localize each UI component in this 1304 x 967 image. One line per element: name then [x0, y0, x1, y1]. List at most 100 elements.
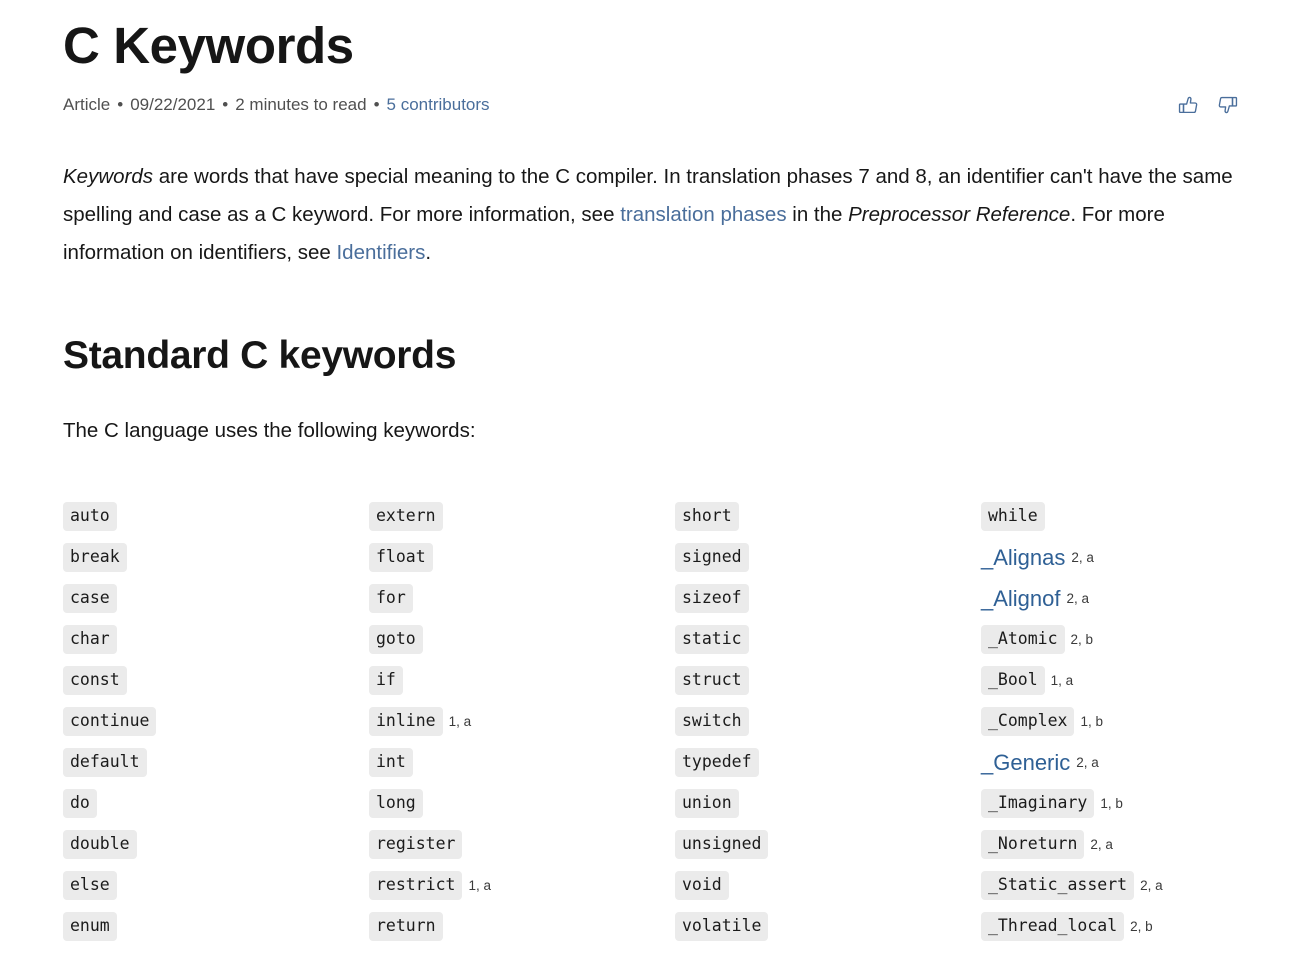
- keyword-code-double: double: [63, 829, 137, 860]
- contributors-link[interactable]: 5 contributors: [387, 95, 490, 115]
- keyword-item: _Bool 1, a: [981, 660, 1287, 701]
- keyword-item: int: [369, 742, 675, 783]
- read-time: 2 minutes to read: [235, 95, 367, 115]
- keyword-footnote-marker: 2, a: [1076, 754, 1099, 770]
- feedback-controls: [1176, 93, 1260, 118]
- keyword-code-enum: enum: [63, 911, 117, 942]
- keyword-footnote-marker: 2, a: [1090, 836, 1113, 852]
- keyword-item: enum: [63, 906, 369, 947]
- keyword-column-4: while _Alignas 2, a _Alignof 2, a _Atomic 2, b…: [981, 496, 1287, 947]
- keyword-footnote-marker: 1, b: [1100, 795, 1123, 811]
- keyword-item: long: [369, 783, 675, 824]
- keyword-item: extern: [369, 496, 675, 537]
- keyword-link-_generic[interactable]: _Generic: [981, 751, 1070, 774]
- keyword-code-signed: signed: [675, 542, 749, 573]
- keyword-code-return: return: [369, 911, 443, 942]
- keyword-item: float: [369, 537, 675, 578]
- keyword-code-case: case: [63, 583, 117, 614]
- thumbs-up-icon[interactable]: [1176, 93, 1201, 118]
- article-type: Article: [63, 95, 111, 115]
- keyword-code-float: float: [369, 542, 433, 573]
- keyword-grid: auto break case char const continue default do d…: [63, 496, 1260, 947]
- keyword-code-unsigned: unsigned: [675, 829, 769, 860]
- intro-text-4: .: [425, 241, 432, 265]
- keyword-code-_bool: _Bool: [981, 665, 1045, 696]
- keyword-item: _Noreturn 2, a: [981, 824, 1287, 865]
- keyword-item: do: [63, 783, 369, 824]
- keyword-code-static: static: [675, 624, 749, 655]
- keyword-item: _Complex 1, b: [981, 701, 1287, 742]
- keyword-item: const: [63, 660, 369, 701]
- keyword-item: _Generic 2, a: [981, 742, 1287, 783]
- keyword-item: restrict 1, a: [369, 865, 675, 906]
- keyword-code-struct: struct: [675, 665, 749, 696]
- keyword-item: _Static_assert 2, a: [981, 865, 1287, 906]
- article-date: 09/22/2021: [130, 95, 216, 115]
- keyword-item: struct: [675, 660, 981, 701]
- meta-separator-1: •: [117, 95, 124, 115]
- translation-phases-link[interactable]: translation phases: [620, 203, 786, 226]
- keyword-item: switch: [675, 701, 981, 742]
- keyword-code-continue: continue: [63, 706, 157, 737]
- keyword-item: typedef: [675, 742, 981, 783]
- keyword-item: _Atomic 2, b: [981, 619, 1287, 660]
- keyword-item: break: [63, 537, 369, 578]
- keyword-item: continue: [63, 701, 369, 742]
- keyword-item: sizeof: [675, 578, 981, 619]
- keyword-column-2: extern float for goto if inline 1, a int long reg…: [369, 496, 675, 947]
- keyword-code-for: for: [369, 583, 413, 614]
- keyword-code-union: union: [675, 788, 739, 819]
- keyword-footnote-marker: 1, a: [448, 713, 472, 729]
- keyword-item: char: [63, 619, 369, 660]
- keyword-link-_alignof[interactable]: _Alignof: [981, 587, 1061, 610]
- keyword-item: auto: [63, 496, 369, 537]
- keyword-footnote-marker: 1, a: [468, 877, 492, 893]
- keyword-footnote-marker: 2, a: [1071, 549, 1094, 565]
- keyword-item: _Alignas 2, a: [981, 537, 1287, 578]
- keyword-code-typedef: typedef: [675, 747, 759, 778]
- keyword-code-_imaginary: _Imaginary: [981, 788, 1095, 819]
- keyword-code-while: while: [981, 501, 1045, 532]
- keyword-code-short: short: [675, 501, 739, 532]
- keyword-item: double: [63, 824, 369, 865]
- keyword-item: default: [63, 742, 369, 783]
- page-title: C Keywords: [63, 17, 354, 74]
- keyword-code-switch: switch: [675, 706, 749, 737]
- keyword-footnote-marker: 1, b: [1080, 713, 1104, 729]
- keyword-code-else: else: [63, 870, 117, 901]
- keyword-link-_alignas[interactable]: _Alignas: [981, 546, 1065, 569]
- keyword-code-_noreturn: _Noreturn: [981, 829, 1085, 860]
- keyword-code-_complex: _Complex: [981, 706, 1075, 737]
- keyword-code-char: char: [63, 624, 117, 655]
- keyword-code-goto: goto: [369, 624, 423, 655]
- keyword-code-default: default: [63, 747, 147, 778]
- keyword-item: return: [369, 906, 675, 947]
- keyword-code-inline: inline: [369, 706, 443, 737]
- section-lead-text: The C language uses the following keywor…: [63, 419, 476, 443]
- keyword-item: case: [63, 578, 369, 619]
- keyword-column-3: short signed sizeof static struct switch typed…: [675, 496, 981, 947]
- section-heading-standard-c-keywords: Standard C keywords: [63, 334, 457, 378]
- keyword-item: inline 1, a: [369, 701, 675, 742]
- keyword-item: register: [369, 824, 675, 865]
- keyword-item: for: [369, 578, 675, 619]
- keyword-item: while: [981, 496, 1287, 537]
- keyword-code-_atomic: _Atomic: [981, 624, 1065, 655]
- identifiers-link[interactable]: Identifiers: [336, 241, 425, 264]
- keyword-item: signed: [675, 537, 981, 578]
- keyword-code-auto: auto: [63, 501, 117, 532]
- keyword-footnote-marker: 2, b: [1130, 918, 1153, 934]
- keyword-code-int: int: [369, 747, 413, 778]
- keyword-footnote-marker: 1, a: [1050, 672, 1074, 688]
- keyword-item: void: [675, 865, 981, 906]
- keyword-code-do: do: [63, 788, 97, 819]
- keyword-code-volatile: volatile: [675, 911, 769, 942]
- keyword-code-sizeof: sizeof: [675, 583, 749, 614]
- keyword-footnote-marker: 2, b: [1070, 631, 1094, 647]
- keyword-code-void: void: [675, 870, 729, 901]
- thumbs-down-icon[interactable]: [1215, 93, 1240, 118]
- keyword-column-1: auto break case char const continue default do d…: [63, 496, 369, 947]
- keyword-code-long: long: [369, 788, 423, 819]
- article-page: C Keywords Article • 09/22/2021 • 2 minu…: [0, 0, 1304, 967]
- keyword-item: unsigned: [675, 824, 981, 865]
